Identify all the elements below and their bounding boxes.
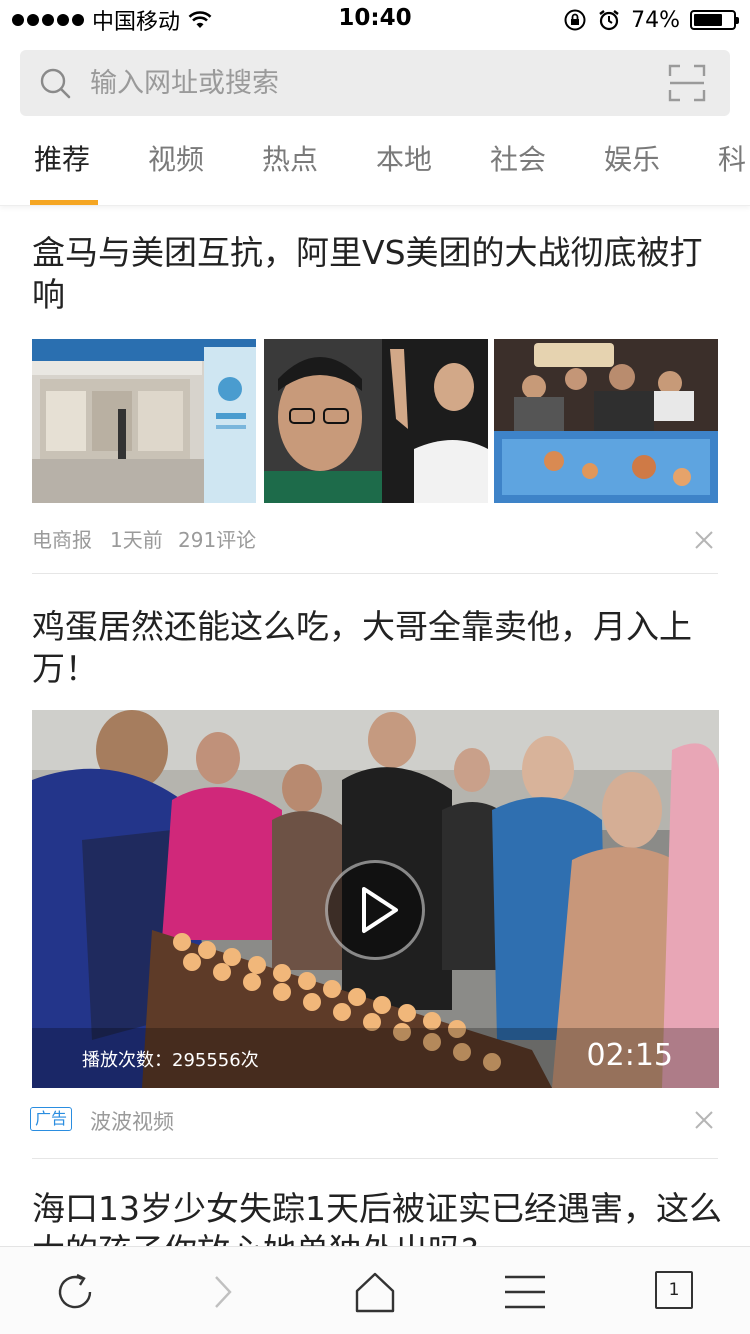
video-player[interactable]: 播放次数：295556次 02:15 [32, 710, 719, 1088]
category-tabs: 推荐 视频 热点 本地 社会 娱乐 科 [0, 120, 750, 206]
battery-fill [694, 14, 723, 26]
orientation-lock-icon [564, 9, 586, 31]
dismiss-icon[interactable] [694, 1110, 714, 1130]
menu-icon[interactable] [502, 1269, 548, 1315]
article-title[interactable]: 盒马与美团互抗，阿里VS美团的大战彻底被打响 [32, 232, 722, 316]
forward-icon[interactable] [200, 1269, 246, 1315]
portraits-image [264, 339, 488, 503]
video-duration: 02:15 [586, 1038, 673, 1073]
article-thumbnail[interactable] [32, 339, 256, 503]
refresh-icon[interactable] [52, 1269, 98, 1315]
play-icon [362, 887, 398, 933]
tab-recommend[interactable]: 推荐 [34, 138, 90, 178]
article-thumbnail[interactable] [494, 339, 718, 503]
article-comments[interactable]: 291评论 [178, 524, 256, 553]
battery-icon [690, 10, 739, 30]
battery-percent: 74% [631, 7, 680, 33]
home-icon[interactable] [352, 1269, 398, 1315]
play-button[interactable] [325, 860, 425, 960]
article-source[interactable]: 电商报 [32, 524, 92, 553]
tab-video[interactable]: 视频 [148, 138, 204, 178]
active-tab-indicator [30, 200, 98, 205]
tab-count-button[interactable]: 1 [655, 1271, 693, 1309]
dismiss-icon[interactable] [694, 530, 714, 550]
seafood-market-image [494, 339, 718, 503]
video-play-count: 播放次数：295556次 [82, 1050, 259, 1071]
search-bar[interactable] [20, 50, 730, 116]
search-input[interactable] [90, 60, 650, 106]
status-right: 74% [563, 6, 739, 34]
article-time: 1天前 [110, 528, 163, 552]
tab-tech[interactable]: 科 [718, 138, 746, 178]
tab-entertainment[interactable]: 娱乐 [604, 138, 660, 178]
divider [32, 1158, 718, 1159]
status-bar: 中国移动 10:40 74% [0, 0, 750, 40]
article-source[interactable]: 波波视频 [90, 1106, 174, 1136]
ad-badge: 广告 [30, 1107, 73, 1131]
scan-icon[interactable] [668, 64, 706, 102]
search-icon [40, 68, 71, 99]
store-front-image [32, 339, 256, 503]
article-title[interactable]: 鸡蛋居然还能这么吃，大哥全靠卖他，月入上万！ [32, 606, 722, 690]
tab-society[interactable]: 社会 [490, 138, 546, 178]
tab-local[interactable]: 本地 [376, 138, 432, 178]
article-thumbnail[interactable] [264, 339, 488, 503]
tab-hot[interactable]: 热点 [262, 138, 318, 178]
divider [32, 573, 718, 574]
bottom-toolbar: 1 [0, 1246, 750, 1334]
alarm-icon [599, 10, 619, 31]
